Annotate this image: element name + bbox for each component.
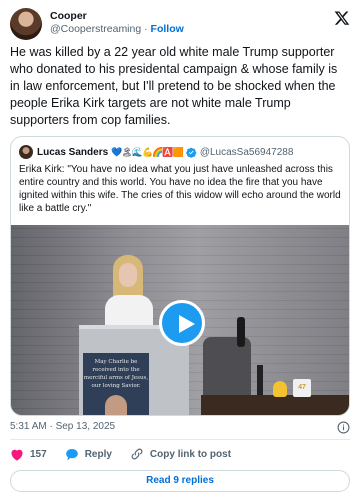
quoted-author-name[interactable]: Lucas Sanders bbox=[37, 147, 108, 158]
author-block: Cooper @Cooperstreaming · Follow bbox=[50, 10, 184, 36]
heart-icon bbox=[11, 449, 23, 461]
like-button[interactable]: 157 bbox=[10, 448, 47, 461]
desk-figurine bbox=[273, 381, 287, 397]
play-icon bbox=[179, 315, 195, 333]
desk bbox=[201, 395, 349, 415]
desk-cup: 47 bbox=[293, 379, 311, 397]
memorial-poster: May Charlie be received into the mercifu… bbox=[83, 353, 149, 415]
x-logo-icon[interactable] bbox=[334, 10, 350, 26]
copy-link-button[interactable]: Copy link to post bbox=[130, 447, 231, 461]
reply-label: Reply bbox=[84, 448, 112, 460]
link-icon bbox=[131, 448, 143, 460]
post-meta: 5:31 AM · Sep 13, 2025 bbox=[10, 421, 350, 435]
read-replies-button[interactable]: Read 9 replies bbox=[10, 470, 350, 492]
speaker-face bbox=[119, 263, 137, 287]
info-icon[interactable] bbox=[337, 421, 350, 434]
action-bar: 157 Reply Copy link to post bbox=[10, 446, 350, 462]
author-avatar[interactable] bbox=[10, 8, 42, 40]
video-thumbnail[interactable]: May Charlie be received into the mercifu… bbox=[11, 225, 349, 415]
quoted-post[interactable]: Lucas Sanders 💙🏝🌊💪🌈🅰️🟧 @LucasSa56947288 … bbox=[10, 136, 350, 416]
reply-bubble-icon bbox=[65, 448, 78, 460]
author-handle[interactable]: @Cooperstreaming bbox=[50, 23, 141, 35]
play-button[interactable] bbox=[159, 300, 205, 346]
quoted-author-handle[interactable]: @LucasSa56947288 bbox=[200, 147, 294, 158]
quoted-post-text: Erika Kirk: "You have no idea what you j… bbox=[19, 164, 341, 214]
post-text: He was killed by a 22 year old white mal… bbox=[10, 45, 338, 127]
quoted-author-emojis: 💙🏝🌊💪🌈🅰️🟧 bbox=[111, 146, 184, 157]
separator: · bbox=[144, 23, 148, 35]
verified-badge-icon bbox=[186, 147, 197, 158]
like-count: 157 bbox=[30, 448, 47, 460]
post-header: Cooper @Cooperstreaming · Follow bbox=[10, 6, 350, 42]
author-name[interactable]: Cooper bbox=[50, 10, 184, 23]
quoted-post-header: Lucas Sanders 💙🏝🌊💪🌈🅰️🟧 @LucasSa56947288 bbox=[19, 145, 293, 159]
reply-button[interactable]: Reply bbox=[65, 448, 112, 461]
embedded-post: Cooper @Cooperstreaming · Follow He was … bbox=[0, 0, 360, 500]
timestamp[interactable]: 5:31 AM · Sep 13, 2025 bbox=[10, 421, 115, 432]
microphone bbox=[237, 317, 245, 347]
follow-button[interactable]: Follow bbox=[151, 23, 184, 35]
quoted-author-avatar[interactable] bbox=[19, 145, 33, 159]
divider bbox=[10, 439, 350, 440]
copy-link-label: Copy link to post bbox=[149, 448, 232, 460]
poster-photo bbox=[105, 395, 127, 415]
memorial-poster-text: May Charlie be received into the mercifu… bbox=[83, 359, 149, 389]
